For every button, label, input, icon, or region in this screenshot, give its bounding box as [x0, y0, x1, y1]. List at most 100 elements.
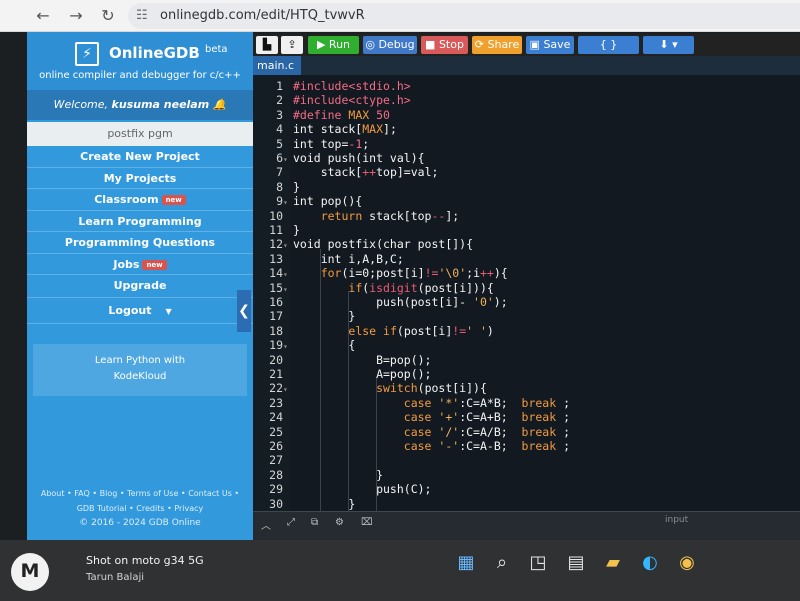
sidebar-item-classroom[interactable]: Classroom new — [27, 189, 253, 211]
chevron-up-icon[interactable]: ︿ — [261, 517, 271, 532]
code-line[interactable]: 10 return stack[top--]; — [253, 209, 800, 223]
edge-icon[interactable]: ◐ — [638, 551, 662, 575]
footer-copyright: © 2016 - 2024 GDB Online — [79, 518, 201, 528]
run-button[interactable]: ▶ Run — [308, 36, 359, 54]
code-line[interactable]: 17 } — [253, 309, 800, 323]
input-label: input — [665, 515, 689, 525]
code-line[interactable]: 4 int stack[MAX]; — [253, 122, 800, 136]
footer-links[interactable]: About • FAQ • Blog • Terms of Use • Cont… — [27, 486, 253, 501]
line-code: int pop(){ — [293, 194, 363, 209]
windows-start-icon[interactable]: ▦ — [454, 551, 478, 575]
code-line[interactable]: 16 push(post[i]- '0'); — [253, 295, 800, 309]
sidebar-menu: Create New Project My Projects Classroom… — [27, 146, 253, 324]
reload-icon[interactable]: ↻ — [96, 4, 120, 28]
code-line[interactable]: 30 } — [253, 497, 800, 511]
code-line[interactable]: 11} — [253, 223, 800, 237]
task-view-icon[interactable]: ▤ — [564, 551, 588, 575]
code-line[interactable]: 6▾ void push(int val){ — [253, 151, 800, 165]
line-code: void push(int val){ — [293, 151, 425, 165]
expand-icon[interactable]: ⤢ — [287, 517, 295, 528]
footer-links-secondary[interactable]: GDB Tutorial • Credits • Privacy — [27, 501, 253, 516]
line-number: 14 — [269, 266, 283, 281]
line-code: int top=-1; — [293, 136, 370, 151]
line-code: push(post[i]- '0'); — [293, 295, 508, 309]
kodekloud-ad[interactable]: Learn Python with KodeKloud — [33, 344, 247, 396]
beautify-button[interactable]: { } Beautify — [578, 36, 639, 69]
code-line[interactable]: 29 push(C); — [253, 482, 800, 496]
sidebar-item-learn-programming[interactable]: Learn Programming — [27, 211, 253, 232]
code-line[interactable]: 28 } — [253, 468, 800, 482]
code-line[interactable]: 19▾ { — [253, 338, 800, 352]
line-number: 16 — [269, 295, 283, 309]
share-button[interactable]: ⟳ Share — [472, 36, 522, 54]
code-line[interactable]: 25 case '/':C=A/B; break ; — [253, 425, 800, 439]
code-editor[interactable]: 1 #include<stdio.h> 2 #include<ctype.h> 3 #de… — [253, 75, 800, 511]
share-icon: ⟳ — [474, 38, 484, 51]
code-line[interactable]: 15▾ if(isdigit(post[i])){ — [253, 281, 800, 295]
line-number: 17 — [269, 309, 283, 324]
chevron-down-icon: ▼ — [165, 307, 172, 316]
back-icon[interactable]: ← — [31, 4, 55, 28]
code-line[interactable]: 27 — [253, 453, 800, 467]
brand-subtitle: online compiler and debugger for c/c++ — [39, 70, 241, 81]
code-line[interactable]: 23 case '*':C=A*B; break ; — [253, 396, 800, 410]
clear-console-icon[interactable]: ⌧ — [361, 517, 373, 528]
code-line[interactable]: 22▾ switch(post[i]){ — [253, 381, 800, 395]
forward-icon[interactable]: → — [64, 4, 88, 28]
sidebar-item-jobs[interactable]: Jobs new — [27, 254, 253, 275]
bell-icon: 🔔 — [212, 98, 227, 111]
code-line[interactable]: 3 #define MAX 50 — [253, 108, 800, 122]
code-line[interactable]: 2 #include<ctype.h> — [253, 93, 800, 107]
code-line[interactable]: 18 else if(post[i]!=' ') — [253, 324, 800, 338]
sidebar-item-logout[interactable]: Logout ▼ — [27, 298, 253, 324]
stop-icon: ■ — [425, 38, 436, 51]
ad-line-2: KodeKloud — [113, 371, 167, 382]
line-code: stack[++top]=val; — [293, 165, 439, 180]
code-line[interactable]: 12▾ void postfix(char post[]){ — [253, 237, 800, 251]
code-line[interactable]: 5 int top=-1; — [253, 137, 800, 151]
code-line[interactable]: 9▾ int pop(){ — [253, 194, 800, 208]
line-number: 1 — [276, 79, 283, 93]
sidebar-item-upgrade[interactable]: Upgrade — [27, 275, 253, 298]
upload-file-icon[interactable]: ⇪ — [281, 36, 303, 54]
code-line[interactable]: 14▾ for(i=0;post[i]!='\0';i++){ — [253, 266, 800, 280]
stop-button[interactable]: ■ Stop — [421, 36, 468, 54]
photographer-name: Tarun Balaji — [86, 572, 144, 583]
project-name-field[interactable]: postfix pgm — [27, 122, 253, 146]
code-line[interactable]: 7 stack[++top]=val; — [253, 165, 800, 179]
code-line[interactable]: 26 case '-':C=A-B; break ; — [253, 439, 800, 453]
line-code: return stack[top--]; — [320, 208, 460, 223]
site-settings-icon[interactable]: ☷ — [136, 3, 148, 29]
lightning-logo-icon: ⚡ — [75, 42, 99, 66]
widgets-icon[interactable]: ◳ — [526, 551, 550, 575]
code-line[interactable]: 8} — [253, 180, 800, 194]
line-code: } — [293, 467, 384, 482]
code-line[interactable]: 13 int i,A,B,C; — [253, 252, 800, 266]
line-code: #include<stdio.h> — [293, 79, 411, 93]
code-line[interactable]: 21 A=pop(); — [253, 367, 800, 381]
new-file-icon[interactable]: ▙ — [256, 36, 278, 54]
code-line[interactable]: 24 case '+':C=A+B; break ; — [253, 410, 800, 424]
file-explorer-icon[interactable]: ▰ — [601, 551, 625, 575]
line-number: 8 — [276, 179, 283, 194]
code-line[interactable]: 20 B=pop(); — [253, 353, 800, 367]
debug-button[interactable]: ◎ Debug — [363, 36, 417, 54]
sidebar-item-my-projects[interactable]: My Projects — [27, 168, 253, 189]
line-code: } — [293, 179, 300, 194]
address-bar[interactable]: ☷ onlinegdb.com/edit/HTQ_tvwvR — [128, 3, 800, 29]
line-number: 4 — [276, 122, 283, 137]
download-button[interactable]: ⬇ ▾ — [643, 36, 694, 54]
tab-main-c[interactable]: main.c — [253, 56, 301, 75]
collapse-sidebar-button[interactable]: ❮ — [237, 290, 251, 332]
code-line[interactable]: 1 #include<stdio.h> — [253, 79, 800, 93]
chrome-icon[interactable]: ◉ — [675, 551, 699, 575]
sidebar-item-create-new-project[interactable]: Create New Project — [27, 146, 253, 168]
sidebar-item-programming-questions[interactable]: Programming Questions — [27, 232, 253, 254]
line-number: 27 — [269, 453, 283, 468]
line-number: 12 — [269, 237, 283, 252]
line-number: 15 — [269, 280, 283, 295]
save-button[interactable]: ▣ Save — [526, 36, 574, 54]
search-icon[interactable]: ⌕ — [490, 551, 514, 575]
settings-gear-icon[interactable]: ⚙ — [335, 517, 344, 528]
copy-icon[interactable]: ⧉ — [311, 517, 318, 528]
